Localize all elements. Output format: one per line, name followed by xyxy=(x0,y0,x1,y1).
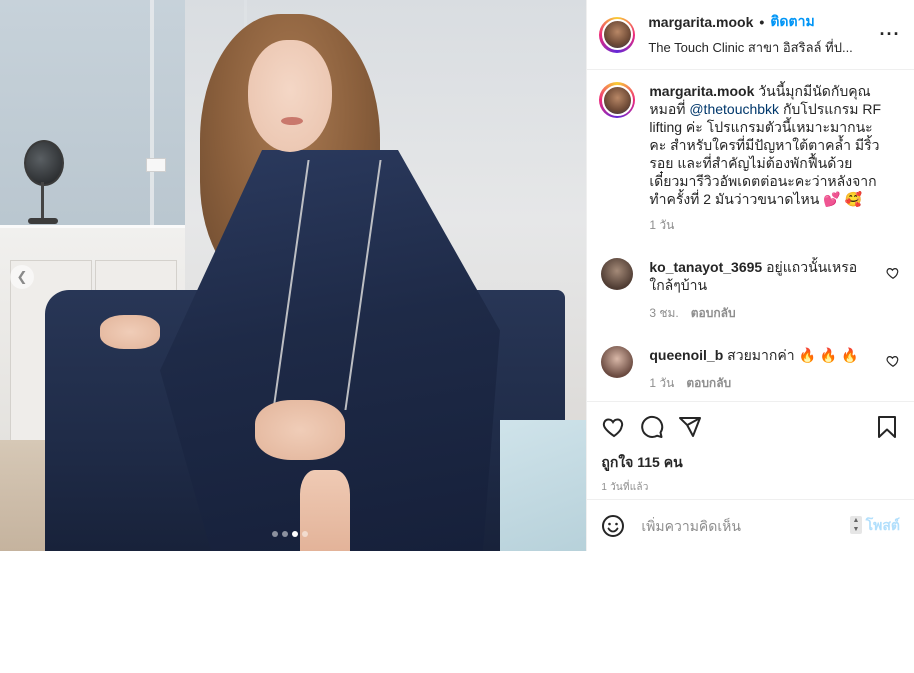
mirror-base xyxy=(28,218,58,224)
post-timestamp: 1 วันที่แล้ว xyxy=(601,482,649,493)
caption-body: margarita.mook วันนี้มุกมีนัดกับคุณหมอที… xyxy=(649,82,883,234)
separator: • xyxy=(759,14,765,30)
post-sidebar: margarita.mook • ติดตาม The Touch Clinic… xyxy=(586,0,914,551)
comment-body: ko_tanayot_3695 อยู่แถวนั้นเหรอใกล้ๆบ้าน… xyxy=(649,258,871,322)
avatar-image xyxy=(601,19,633,50)
username-link[interactable]: ko_tanayot_3695 xyxy=(649,259,762,275)
more-horizontal-icon: ··· xyxy=(879,24,901,44)
avatar[interactable] xyxy=(601,346,634,378)
username-link[interactable]: queenoil_b xyxy=(649,347,723,363)
person-face xyxy=(248,40,332,152)
avatar[interactable] xyxy=(601,258,634,290)
reply-button[interactable]: ตอบกลับ xyxy=(686,374,731,392)
comment-item: ko_tanayot_3695 อยู่แถวนั้นเหรอใกล้ๆบ้าน… xyxy=(599,258,902,322)
comments-section[interactable]: margarita.mook วันนี้มุกมีนัดกับคุณหมอที… xyxy=(587,70,914,401)
comment-time: 3 ชม. xyxy=(649,306,679,320)
carousel-prev-button[interactable]: ❮ xyxy=(10,265,34,289)
comment-icon xyxy=(641,415,664,438)
carousel-dot xyxy=(302,531,308,537)
comment-item: queenoil_b สวยมากค่า 🔥 🔥 🔥 1 วัน ตอบกลับ xyxy=(599,346,902,392)
username-link[interactable]: margarita.mook xyxy=(649,83,754,99)
comment-body: queenoil_b สวยมากค่า 🔥 🔥 🔥 1 วัน ตอบกลับ xyxy=(649,346,871,392)
carousel-dot xyxy=(282,531,288,537)
person-lips xyxy=(281,117,303,125)
share-button[interactable] xyxy=(677,414,703,440)
carousel-dot-active xyxy=(292,531,298,537)
avatar-image xyxy=(601,84,633,116)
heart-icon xyxy=(603,418,624,438)
person-hand xyxy=(100,315,160,349)
scroll-arrows-icon[interactable]: ▲ ▼ xyxy=(850,516,862,534)
emoji-icon[interactable] xyxy=(601,514,625,538)
post-comment-button[interactable]: โพสต์ xyxy=(866,515,900,537)
like-comment-heart-icon[interactable] xyxy=(886,354,900,368)
comment-time: 1 วัน xyxy=(649,376,675,390)
likes-count[interactable]: ถูกใจ 115 คน xyxy=(601,452,900,474)
like-comment-heart-icon[interactable] xyxy=(886,266,900,280)
comment-meta: 1 วัน ตอบกลับ xyxy=(649,374,871,392)
like-button[interactable] xyxy=(601,414,627,440)
comment-text: สวยมากค่า 🔥 🔥 🔥 xyxy=(727,347,859,363)
caption-time: 1 วัน xyxy=(649,218,675,232)
avatar[interactable] xyxy=(599,82,636,118)
chevron-left-icon: ❮ xyxy=(16,269,28,284)
mirror xyxy=(24,140,64,186)
mention-link[interactable]: @thetouchbkk xyxy=(689,101,779,117)
bookmark-icon xyxy=(878,416,896,438)
comment-input[interactable] xyxy=(639,516,866,535)
carousel-dots xyxy=(272,531,308,537)
add-comment-bar: โพสต์ xyxy=(587,499,914,551)
header-line: margarita.mook • ติดตาม xyxy=(648,11,878,33)
person-hand xyxy=(255,400,345,460)
post-header: margarita.mook • ติดตาม The Touch Clinic… xyxy=(587,0,914,70)
instagram-post: ❮ margarita.mook • ติดตาม The Touch Clin… xyxy=(0,0,914,551)
send-icon xyxy=(679,417,702,437)
follow-button[interactable]: ติดตาม xyxy=(770,11,814,33)
username-link[interactable]: margarita.mook xyxy=(648,14,753,30)
mirror-stand xyxy=(41,182,44,220)
post-actions: ถูกใจ 115 คน 1 วันที่แล้ว xyxy=(587,401,914,499)
comment-button[interactable] xyxy=(639,414,665,440)
reply-button[interactable]: ตอบกลับ xyxy=(691,304,736,322)
save-button[interactable] xyxy=(874,414,900,440)
carousel-dot xyxy=(272,531,278,537)
location-link[interactable]: The Touch Clinic สาขา อิสริลล์ ที่ป... xyxy=(648,37,878,58)
post-caption: margarita.mook วันนี้มุกมีนัดกับคุณหมอที… xyxy=(599,82,902,234)
person-leg xyxy=(300,470,350,551)
action-icons xyxy=(601,414,900,440)
post-photo[interactable]: ❮ xyxy=(0,0,587,551)
more-options-button[interactable]: ··· xyxy=(878,24,902,45)
comment-meta: 3 ชม. ตอบกลับ xyxy=(649,304,871,322)
bed-cushion xyxy=(500,420,587,551)
avatar[interactable] xyxy=(599,16,636,53)
header-text: margarita.mook • ติดตาม The Touch Clinic… xyxy=(648,11,878,58)
wall-socket xyxy=(146,158,166,172)
